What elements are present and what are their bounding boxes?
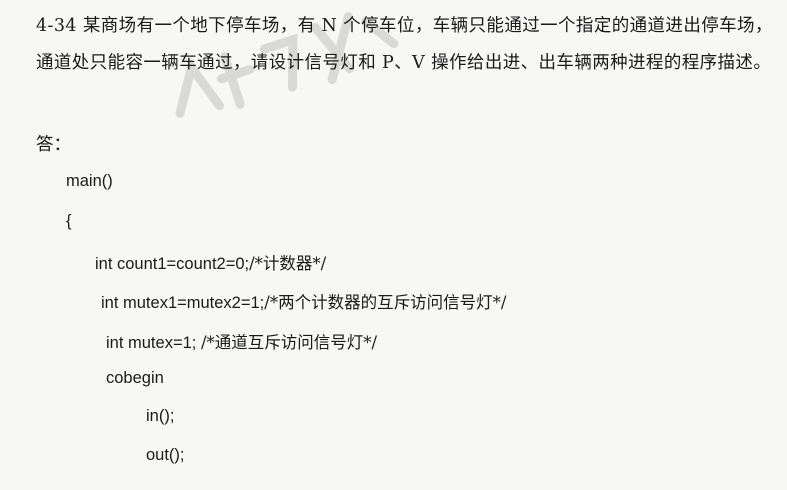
question-text: 4-34 某商场有一个地下停车场，有 N 个停车位，车辆只能通过一个指定的通道进… bbox=[36, 16, 773, 73]
answer-label: 答： bbox=[36, 135, 71, 155]
code-line-count-decl: int count1=count2=0;/*计数器*/ bbox=[95, 250, 326, 274]
code-comment: /*通道互斥访问信号灯*/ bbox=[200, 333, 378, 352]
code-statement: int mutex=1; bbox=[106, 334, 201, 352]
code-line-cobegin: cobegin bbox=[106, 369, 164, 387]
code-line-mutex-decl: int mutex=1; /*通道互斥访问信号灯*/ bbox=[106, 329, 377, 353]
code-line-in-call: in(); bbox=[146, 407, 175, 425]
code-comment: /*计数器*/ bbox=[249, 254, 327, 273]
code-statement: int mutex1=mutex2=1; bbox=[101, 294, 265, 312]
code-line-main: main() bbox=[66, 172, 113, 190]
code-statement: int count1=count2=0; bbox=[95, 255, 250, 273]
code-line-open-brace: { bbox=[66, 212, 72, 230]
code-line-mutex12-decl: int mutex1=mutex2=1;/*两个计数器的互斥访问信号灯*/ bbox=[101, 289, 506, 313]
code-comment: /*两个计数器的互斥访问信号灯*/ bbox=[264, 293, 507, 312]
document-page: 4-34 某商场有一个地下停车场，有 N 个停车位，车辆只能通过一个指定的通道进… bbox=[0, 0, 787, 490]
code-line-out-call: out(); bbox=[146, 446, 185, 464]
